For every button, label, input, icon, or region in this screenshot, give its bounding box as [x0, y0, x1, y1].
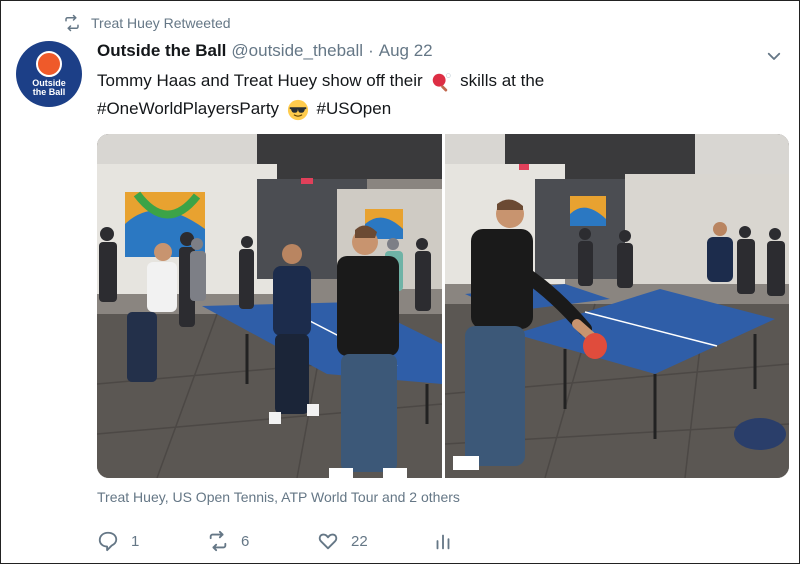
tweet-text-part1: Tommy Haas and Treat Huey show off their: [97, 71, 423, 90]
avatar[interactable]: Outside the Ball: [16, 41, 82, 107]
analytics-icon: [436, 534, 450, 550]
ping-pong-emoji: [433, 72, 452, 92]
reply-icon: [98, 531, 118, 552]
header-separator: ·: [368, 41, 374, 60]
right-photo-image: [445, 134, 789, 478]
left-photo-image: [97, 134, 442, 478]
tagged-users-line[interactable]: Treat Huey, US Open Tennis, ATP World To…: [97, 489, 460, 505]
retweet-context-text[interactable]: Treat Huey Retweeted: [91, 15, 231, 31]
left-photo[interactable]: [97, 134, 442, 478]
retweet-context[interactable]: Treat Huey Retweeted: [63, 13, 231, 33]
author-handle[interactable]: @outside_theball: [231, 41, 363, 61]
sunglasses-face-emoji: [287, 99, 308, 120]
like-count: 22: [351, 532, 368, 550]
tweet-header: Outside the Ball @outside_theball · Aug …: [97, 41, 759, 63]
tweet-date[interactable]: Aug 22: [379, 41, 433, 61]
chevron-down-icon: [767, 52, 781, 60]
retweet-button[interactable]: 6: [207, 530, 317, 552]
heart-icon: [318, 533, 338, 550]
retweet-count: 6: [241, 532, 250, 550]
retweet-icon: [209, 530, 227, 552]
right-photo[interactable]: [445, 134, 789, 478]
hashtag-usopen[interactable]: #USOpen: [317, 99, 392, 118]
tweet-text: Tommy Haas and Treat Huey show off their…: [97, 67, 717, 123]
reply-button[interactable]: 1: [97, 530, 207, 552]
like-button[interactable]: 22: [317, 530, 432, 552]
analytics-button[interactable]: [432, 530, 454, 552]
tennis-ball-logo-icon: [36, 51, 62, 77]
avatar-logo-text-2: the Ball: [32, 87, 66, 97]
tweet-card[interactable]: Treat Huey Retweeted Outside the Ball Ou…: [0, 0, 800, 564]
tweet-actions: 1 6 22: [97, 526, 454, 556]
tweet-media[interactable]: [97, 134, 789, 478]
reply-count: 1: [131, 532, 140, 550]
retweet-icon: [65, 14, 79, 32]
more-options-button[interactable]: [763, 45, 785, 67]
author-name[interactable]: Outside the Ball: [97, 41, 226, 61]
hashtag-oneworldplayersparty[interactable]: #OneWorldPlayersParty: [97, 99, 279, 118]
tweet-text-part2: skills at the: [460, 71, 545, 90]
